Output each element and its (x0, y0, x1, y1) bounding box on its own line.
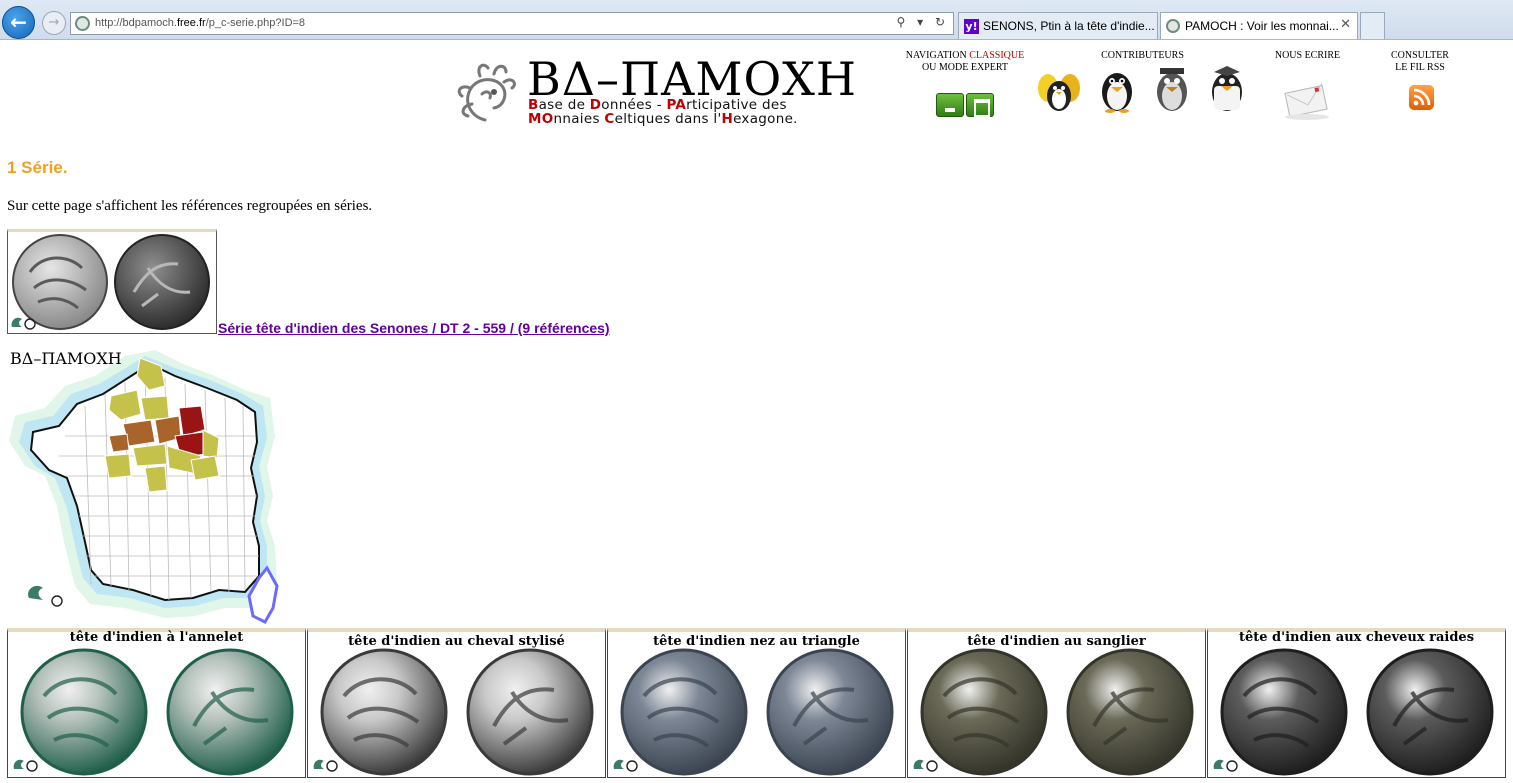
coin-types-row: tête d'indien à l'annelet tête d'indien … (7, 628, 1507, 778)
classic-mode-button[interactable] (936, 93, 964, 117)
map-watermark-logo: ΒΔ–ΠΑΜΟΧΗ (10, 349, 122, 368)
logo-subtitle-segment: eltiques dans l' (614, 111, 722, 127)
penguin-contributor-icon[interactable] (1202, 64, 1252, 114)
contributors-label: CONTRIBUTEURS (1101, 50, 1184, 61)
tab-pamoch[interactable]: PAMOCH : Voir les monnai... ✕ (1160, 12, 1358, 39)
coin-type-label[interactable]: tête d'indien à l'annelet (8, 630, 305, 645)
coin-type-card[interactable]: tête d'indien aux cheveux raides (1207, 628, 1506, 778)
coin-pair-image (920, 648, 1194, 776)
address-search-refresh-icon[interactable]: ⚲ ▾ ↻ (897, 15, 950, 29)
creative-commons-icon (613, 759, 638, 772)
coin-type-card[interactable]: tête d'indien à l'annelet (7, 628, 306, 778)
tab-senons[interactable]: y! SENONS, Ptin à la tête d'indie... (958, 12, 1158, 39)
penguin-contributor-icon[interactable] (1092, 64, 1142, 114)
celtic-head-logo-icon[interactable] (450, 58, 520, 128)
site-favicon-icon (75, 16, 90, 31)
yahoo-icon: y! (964, 19, 979, 34)
coin-pair-image (1220, 648, 1494, 776)
coin-type-card[interactable]: tête d'indien au sanglier (907, 628, 1206, 778)
logo-subtitle-line-2: MOnnaies Celtiques dans l'Hexagone. (528, 112, 798, 126)
contributors-group-icon[interactable] (1034, 64, 1084, 114)
coin-pair-image (20, 648, 294, 776)
rss-icon[interactable] (1409, 85, 1434, 110)
site-logo-title[interactable]: ΒΔ–ΠΑΜΟΧΗ (527, 55, 857, 103)
site-logo-subtitle: Base de Données - PArticipative des MOnn… (528, 98, 798, 126)
site-favicon-icon (1166, 19, 1180, 33)
penguin-contributor-icon[interactable] (1147, 64, 1197, 114)
coin-pair-image (12, 234, 210, 330)
page-title: 1 Série. (7, 158, 68, 177)
creative-commons-icon (11, 317, 36, 330)
series-thumbnail[interactable] (7, 229, 217, 334)
expert-mode-button[interactable] (966, 93, 994, 117)
close-tab-icon[interactable]: ✕ (1340, 17, 1351, 32)
navigation-mode-label: NAVIGATION CLASSIQUE OU MODE EXPERT (905, 50, 1025, 73)
write-us-label: NOUS ECRIRE (1274, 50, 1341, 61)
address-url[interactable]: http://bdpamoch.free.fr/p_c-serie.php?ID… (95, 17, 305, 29)
series-link[interactable]: Série tête d'indien des Senones / DT 2 -… (218, 320, 610, 336)
logo-subtitle-segment: nnaies (553, 111, 605, 127)
forward-arrow-icon[interactable]: → (42, 11, 66, 35)
logo-subtitle-segment: C (604, 111, 615, 127)
coin-type-label[interactable]: tête d'indien aux cheveux raides (1208, 630, 1505, 645)
coin-type-card[interactable]: tête d'indien nez au triangle (607, 628, 906, 778)
tab-label: SENONS, Ptin à la tête d'indie... (983, 19, 1155, 33)
rss-feed-label: CONSULTER LE FIL RSS (1391, 50, 1449, 73)
logo-subtitle-segment: MO (528, 111, 554, 127)
logo-subtitle-line-1: Base de Données - PArticipative des (528, 98, 798, 112)
address-bar[interactable]: http://bdpamoch.free.fr/p_c-serie.php?ID… (70, 12, 954, 35)
browser-toolbar: ← → http://bdpamoch.free.fr/p_c-serie.ph… (0, 0, 1513, 40)
creative-commons-icon (1213, 759, 1238, 772)
creative-commons-icon (913, 759, 938, 772)
envelope-icon[interactable] (1281, 83, 1333, 121)
coin-type-card[interactable]: tête d'indien au cheval stylisé (307, 628, 606, 778)
coin-pair-image (620, 648, 894, 776)
coin-pair-image (320, 648, 594, 776)
back-arrow-icon[interactable]: ← (2, 6, 35, 39)
logo-subtitle-segment: H (721, 111, 734, 127)
distribution-map[interactable]: ΒΔ–ΠΑΜΟΧΗ (5, 346, 280, 631)
france-departments-map (9, 350, 279, 624)
creative-commons-icon (13, 759, 38, 772)
creative-commons-icon (313, 759, 338, 772)
new-tab-button[interactable] (1360, 12, 1385, 39)
intro-text: Sur cette page s'affichent les référence… (7, 198, 373, 214)
logo-subtitle-segment: exagone. (733, 111, 798, 127)
tab-label: PAMOCH : Voir les monnai... (1185, 19, 1339, 33)
